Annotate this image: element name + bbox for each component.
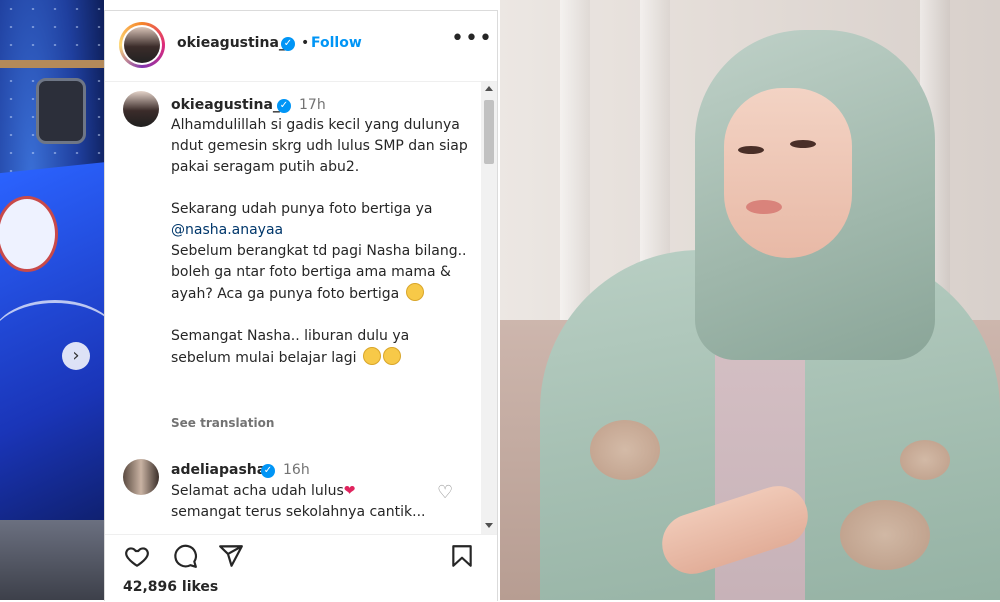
caption-line: Sekarang udah punya foto bertiga ya [171,201,437,217]
scroll-up-arrow-icon[interactable] [485,86,493,91]
see-translation-link[interactable]: See translation [171,416,274,430]
eye [790,140,816,148]
mention-link[interactable]: @nasha.anayaa [171,222,283,238]
verified-badge-icon: ✓ [281,37,295,51]
sad-emoji-icon [405,283,424,301]
curtain-fold [560,0,590,320]
stage-light [36,78,86,144]
lips [746,200,782,214]
caption-line: Alhamdulillah si gadis kecil yang duluny… [171,117,473,175]
face [724,88,852,258]
caption-timestamp[interactable]: 17h [299,97,326,113]
comment-text-part: semangat terus sekolahnya cantik... [171,504,426,520]
caption-text: Alhamdulillah si gadis kecil yang duluny… [171,115,471,369]
separator-dot: • [301,35,310,51]
wink-emoji-icon [382,347,401,365]
floral-motif [590,420,660,480]
instagram-post-panel: okieagustina_ ✓ • Follow ••• okieagustin… [104,10,498,601]
follow-button[interactable]: Follow [311,35,362,51]
comment-username[interactable]: adeliapasha [171,462,266,478]
floral-motif [900,440,950,480]
comments-scrollbar[interactable] [481,82,497,534]
eye [738,146,764,154]
heart-icon[interactable] [123,543,151,573]
floral-motif [840,500,930,570]
comment-timestamp[interactable]: 16h [283,462,310,478]
carousel-next-button[interactable]: › [62,342,90,370]
comment-like-heart-icon[interactable]: ♡ [437,482,453,503]
carousel-photo: › [0,0,104,600]
verified-badge-icon: ✓ [261,464,275,478]
comment-avatar[interactable] [123,459,159,495]
bookmark-icon[interactable] [449,543,475,573]
avatar [124,27,160,63]
share-icon[interactable] [217,543,245,573]
red-heart-emoji-icon: ❤ [343,483,356,499]
comment-text-part: Selamat acha udah lulus [171,483,344,499]
comments-scroll-area[interactable]: okieagustina_ ✓ 17h Alhamdulillah si gad… [105,82,481,534]
likes-count[interactable]: 42,896 likes [123,579,218,595]
header-username[interactable]: okieagustina_ [177,35,286,51]
chevron-right-icon: › [72,345,80,366]
post-header: okieagustina_ ✓ • Follow ••• [105,11,497,82]
caption-line: Sebelum berangkat td pagi Nasha bilang..… [171,243,471,302]
comment-icon[interactable] [171,543,199,573]
more-options-icon[interactable]: ••• [451,28,493,50]
scroll-down-arrow-icon[interactable] [485,523,493,528]
story-ring[interactable] [119,22,165,68]
verified-badge-icon: ✓ [277,99,291,113]
comment-text: Selamat acha udah lulus❤ semangat terus s… [171,481,461,523]
post-actions-bar: 42,896 likes [105,534,497,602]
portrait-photo [500,0,1000,600]
caption-username[interactable]: okieagustina_ [171,97,280,113]
scroll-thumb[interactable] [484,100,494,164]
banner-wave [0,300,104,383]
caption-avatar[interactable] [123,91,159,127]
photo-bottom [0,520,104,600]
wink-emoji-icon [362,347,381,365]
stage-rail [0,60,104,68]
